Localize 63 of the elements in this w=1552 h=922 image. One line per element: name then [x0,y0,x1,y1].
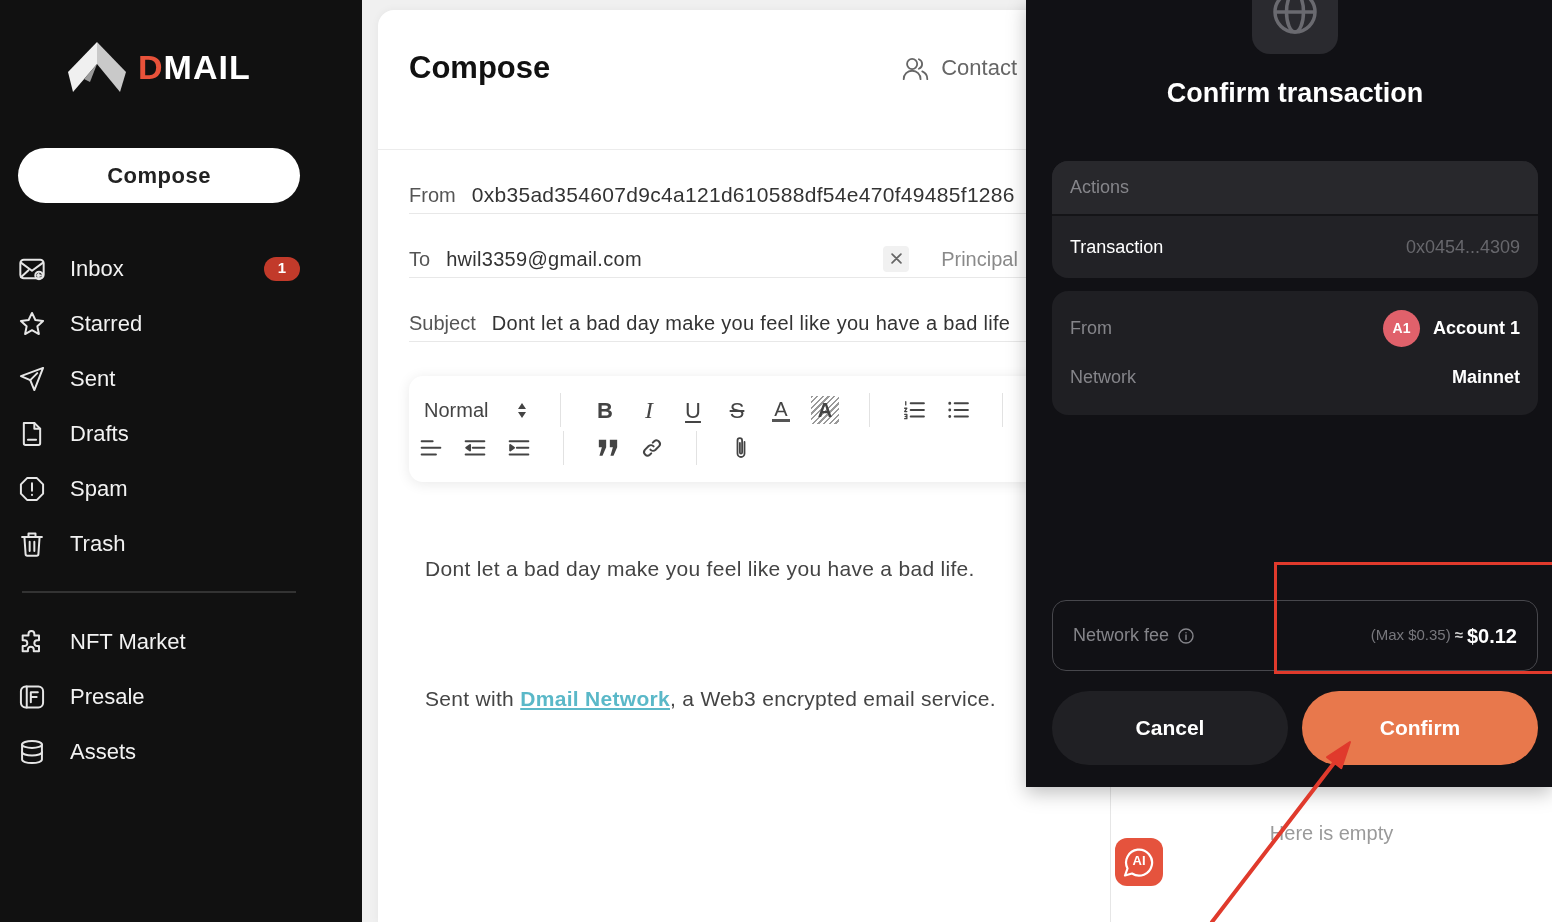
subject-input[interactable]: Dont let a bad day make you feel like you have a bad life [491,307,1011,338]
peak-logo-icon [68,42,126,92]
account-avatar: A1 [1383,310,1420,347]
detail-value: Mainnet [1452,366,1520,389]
warning-octagon-icon [18,474,46,503]
bullet-list-icon [947,400,969,420]
nav-item[interactable]: Spam [18,474,128,503]
approx-sign: ≈ [1454,625,1463,646]
coin-stack-icon [18,737,46,766]
contact-button[interactable]: Contact [902,50,1017,86]
detail-value: Account 1 [1433,317,1520,340]
indent-icon [508,439,530,457]
align-left-icon [420,439,442,457]
bold-button[interactable]: B [591,396,619,424]
quote-marks-icon [597,438,619,458]
cancel-button[interactable]: Cancel [1052,691,1288,765]
fee-amount: $0.12 [1466,623,1517,649]
unread-count-badge: 1 [264,256,300,281]
recipient-type-select[interactable]: Principal [941,243,1018,274]
field-label: From [409,182,456,208]
text-color-button[interactable]: A [767,396,795,424]
compose-button[interactable]: Compose [18,148,300,203]
nav-item[interactable]: Assets [18,737,137,766]
section-label: Actions [1070,176,1130,199]
dialog-title: Confirm transaction [1166,77,1424,110]
message-text: Dont let a bad day make you feel like you have a bad life. [425,557,976,581]
globe-icon [1252,0,1338,54]
max-fee-text: (Max $0.35) [1370,625,1451,646]
sender-address: 0xb35ad354607d9c4a121d610588df54e470f49485f1286 [471,181,1015,208]
updown-caret-icon [518,402,526,418]
paper-plane-icon [18,364,46,393]
brand-name: DMAIL [138,47,251,87]
outdent-icon [464,439,486,457]
star-icon [18,309,46,338]
highlight-color-button[interactable]: A [811,396,839,424]
compose-title: Compose [409,50,551,86]
close-icon [890,253,902,264]
detail-label: Transaction [1070,235,1164,259]
underline-button[interactable]: U [679,396,707,424]
field-label: To [409,246,431,272]
chain-link-icon [641,437,663,459]
field-label: Subject [409,310,476,336]
italic-button[interactable]: I [635,396,663,424]
nav-item[interactable]: Presale [18,682,145,711]
nav-item[interactable]: Inbox [18,254,124,283]
heading-select[interactable]: Normal [417,396,530,424]
numbered-list-icon [903,400,925,420]
nav-item[interactable]: Sent [18,364,116,393]
nav-item[interactable]: NFT Market [18,627,186,656]
detail-label: Network [1070,366,1136,389]
nav-item[interactable]: Trash [18,529,126,558]
clear-recipient-button[interactable] [883,245,910,272]
paperclip-icon [735,436,747,460]
detail-label: From [1070,317,1112,340]
info-icon [1178,627,1195,644]
ai-assistant-button[interactable]: AI [1115,838,1163,886]
chat-bubble-icon [1123,847,1155,877]
recipient-input[interactable]: hwil3359@gmail.com [446,243,884,274]
strikethrough-button[interactable]: S [723,396,751,424]
nav-item[interactable]: Drafts [18,419,129,448]
nav-item[interactable]: Starred [18,309,143,338]
transaction-hash: 0x0454...4309 [1405,235,1520,259]
fee-label: Network fee [1073,624,1170,647]
